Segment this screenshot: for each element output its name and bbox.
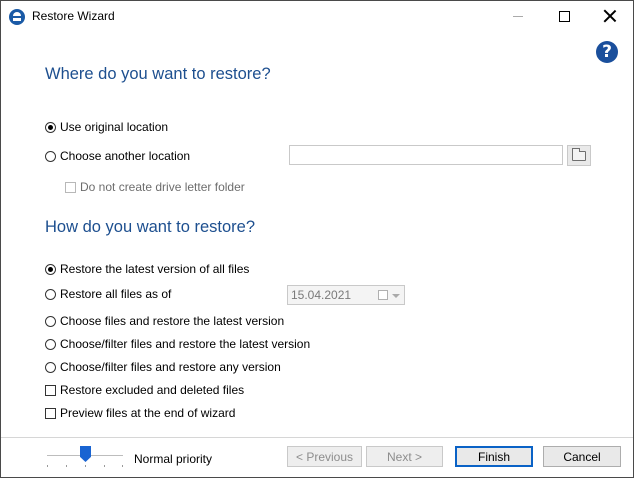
- title-bar: Restore Wizard: [1, 1, 633, 31]
- priority-label: Normal priority: [134, 452, 213, 466]
- close-button[interactable]: [587, 1, 633, 31]
- cancel-button[interactable]: Cancel: [543, 446, 621, 467]
- priority-slider[interactable]: [47, 446, 123, 471]
- radio-label: Choose/filter files and restore any vers…: [60, 360, 281, 374]
- slider-tick: [85, 465, 86, 467]
- app-icon: [9, 9, 25, 25]
- finish-button[interactable]: Finish: [455, 446, 533, 467]
- checkbox-no-drive-letter-folder[interactable]: Do not create drive letter folder: [65, 179, 245, 195]
- radio-button[interactable]: [45, 150, 56, 162]
- radio-button[interactable]: [45, 315, 56, 327]
- radio-choose-filter-any[interactable]: Choose/filter files and restore any vers…: [45, 359, 281, 375]
- minimize-icon: [513, 15, 523, 17]
- radio-restore-all-as-of[interactable]: Restore all files as of: [45, 286, 171, 302]
- window-title: Restore Wizard: [32, 9, 115, 23]
- slider-tick: [66, 465, 67, 467]
- checkbox[interactable]: [45, 407, 56, 419]
- minimize-button[interactable]: [495, 1, 541, 31]
- close-icon: [604, 10, 616, 22]
- radio-label: Use original location: [60, 120, 169, 134]
- radio-button[interactable]: [45, 263, 56, 275]
- checkbox-label: Preview files at the end of wizard: [60, 406, 236, 420]
- date-value: 15.04.2021: [291, 288, 352, 302]
- section-title-how: How do you want to restore?: [45, 218, 256, 236]
- slider-tick: [47, 465, 48, 467]
- section-title-where: Where do you want to restore?: [45, 65, 271, 83]
- help-icon[interactable]: ?: [596, 41, 618, 63]
- radio-choose-another-location[interactable]: Choose another location: [45, 148, 190, 164]
- radio-button[interactable]: [45, 121, 56, 133]
- restore-wizard-window: Restore Wizard ? Where do you want to re…: [0, 0, 634, 478]
- date-picker[interactable]: 15.04.2021: [287, 285, 405, 305]
- radio-button[interactable]: [45, 338, 56, 350]
- next-button[interactable]: Next >: [366, 446, 443, 467]
- radio-label: Restore the latest version of all files: [60, 262, 250, 276]
- maximize-button[interactable]: [541, 1, 587, 31]
- radio-button[interactable]: [45, 361, 56, 373]
- radio-label: Restore all files as of: [60, 287, 172, 301]
- checkbox-label: Do not create drive letter folder: [80, 180, 245, 194]
- radio-label: Choose another location: [60, 149, 191, 163]
- radio-use-original-location[interactable]: Use original location: [45, 119, 168, 135]
- slider-tick: [122, 465, 123, 467]
- radio-restore-latest-all[interactable]: Restore the latest version of all files: [45, 261, 249, 277]
- checkbox-preview-files[interactable]: Preview files at the end of wizard: [45, 405, 235, 421]
- slider-tick: [104, 465, 105, 467]
- maximize-icon: [558, 10, 570, 22]
- checkbox-restore-excluded-deleted[interactable]: Restore excluded and deleted files: [45, 382, 244, 398]
- folder-icon: [572, 147, 586, 161]
- browse-folder-button[interactable]: [567, 145, 591, 166]
- checkbox-label: Restore excluded and deleted files: [60, 383, 245, 397]
- radio-choose-files-latest[interactable]: Choose files and restore the latest vers…: [45, 313, 284, 329]
- previous-button[interactable]: < Previous: [287, 446, 362, 467]
- radio-choose-filter-latest[interactable]: Choose/filter files and restore the late…: [45, 336, 310, 352]
- radio-label: Choose/filter files and restore the late…: [60, 337, 311, 351]
- location-input[interactable]: [289, 145, 563, 165]
- checkbox[interactable]: [65, 181, 76, 193]
- checkbox[interactable]: [45, 384, 56, 396]
- slider-thumb[interactable]: [80, 446, 91, 462]
- radio-button[interactable]: [45, 288, 56, 300]
- radio-label: Choose files and restore the latest vers…: [60, 314, 285, 328]
- chevron-down-icon[interactable]: [392, 294, 400, 298]
- calendar-icon[interactable]: [378, 290, 388, 300]
